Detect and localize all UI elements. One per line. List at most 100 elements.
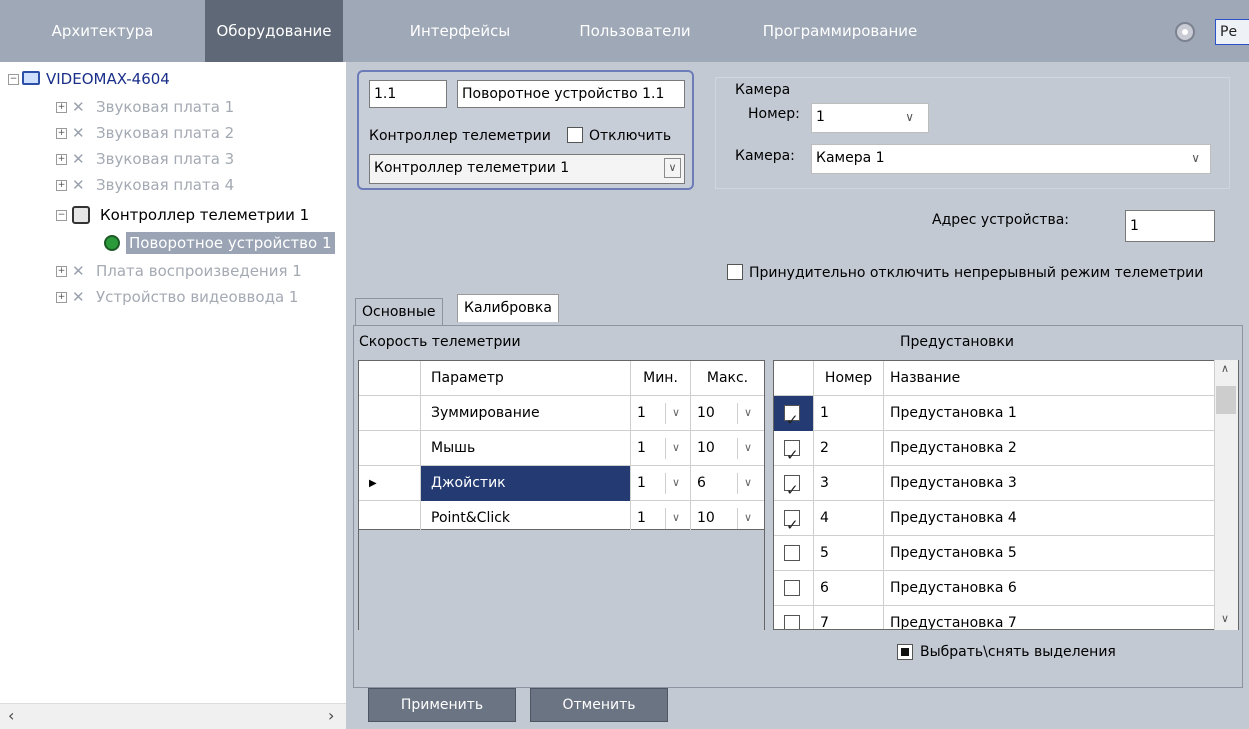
max-value: 10 xyxy=(697,440,715,456)
chevron-down-icon[interactable]: ∨ xyxy=(905,104,914,130)
header-number: Номер xyxy=(814,361,884,396)
min-combo[interactable]: 1 ∨ xyxy=(631,431,691,466)
preset-row[interactable]: 5 Предустановка 5 xyxy=(774,536,1214,571)
preset-name[interactable]: Предустановка 3 xyxy=(884,466,1214,501)
preset-checkbox[interactable] xyxy=(784,438,800,466)
device-name-field[interactable]: Поворотное устройство 1.1 xyxy=(457,80,685,108)
tree-item-telemetry[interactable]: − Контроллер телеметрии 1 xyxy=(56,204,346,226)
preset-checkbox[interactable] xyxy=(784,615,800,629)
controller-select[interactable]: Контроллер телеметрии 1 ∨ xyxy=(369,154,685,184)
preset-checkbox[interactable] xyxy=(784,580,800,596)
preset-name[interactable]: Предустановка 2 xyxy=(884,431,1214,466)
scroll-left-icon[interactable]: ‹ xyxy=(8,706,14,725)
expand-icon[interactable]: + xyxy=(56,154,67,165)
preset-number: 1 xyxy=(814,396,884,431)
tree-item-sound-3[interactable]: + ✕ Звуковая плата 3 xyxy=(56,148,336,170)
tree-item-playback[interactable]: + ✕ Плата воспроизведения 1 xyxy=(56,260,336,282)
expand-icon[interactable]: + xyxy=(56,102,67,113)
tab-calibration[interactable]: Калибровка xyxy=(457,294,559,322)
chevron-down-icon[interactable]: ∨ xyxy=(664,158,681,178)
select-all-checkbox[interactable] xyxy=(897,644,913,660)
chevron-down-icon[interactable]: ∨ xyxy=(665,473,686,494)
chevron-down-icon[interactable]: ∨ xyxy=(737,438,758,459)
expand-icon[interactable]: + xyxy=(56,180,67,191)
expand-icon[interactable]: + xyxy=(56,128,67,139)
globe-icon[interactable] xyxy=(1175,22,1195,42)
tree-item-root[interactable]: − VIDEOMAX-4604 xyxy=(8,68,338,90)
max-combo[interactable]: 10 ∨ xyxy=(691,431,764,466)
camera-number-label: Номер: xyxy=(748,106,800,122)
min-combo[interactable]: 1 ∨ xyxy=(631,466,691,501)
tab-users[interactable]: Пользователи xyxy=(560,0,710,62)
preset-name[interactable]: Предустановка 5 xyxy=(884,536,1214,571)
table-row[interactable]: Мышь 1 ∨ 10 ∨ xyxy=(359,431,764,466)
preset-row[interactable]: 1Предустановка 1 xyxy=(774,396,1214,431)
chevron-down-icon[interactable]: ∨ xyxy=(665,403,686,424)
tab-interfaces[interactable]: Интерфейсы xyxy=(380,0,540,62)
preset-row[interactable]: 7 Предустановка 7 xyxy=(774,606,1214,629)
tab-basic[interactable]: Основные xyxy=(355,298,443,326)
preset-checkbox[interactable] xyxy=(784,403,800,431)
preset-name[interactable]: Предустановка 6 xyxy=(884,571,1214,606)
table-row-selected[interactable]: ▶ Джойстик 1 ∨ 6 ∨ xyxy=(359,466,764,501)
preset-number: 2 xyxy=(814,431,884,466)
scroll-right-icon[interactable]: › xyxy=(328,706,334,725)
scrollbar-thumb[interactable] xyxy=(1216,386,1236,414)
tab-architecture[interactable]: Архитектура xyxy=(0,0,205,62)
min-value: 1 xyxy=(637,440,646,456)
expand-icon[interactable]: + xyxy=(56,266,67,277)
cancel-button[interactable]: Отменить xyxy=(530,688,668,722)
max-combo[interactable]: 10 ∨ xyxy=(691,396,764,431)
tree-label-root: VIDEOMAX-4604 xyxy=(46,70,170,88)
preset-number: 4 xyxy=(814,501,884,536)
tab-equipment[interactable]: Оборудование xyxy=(205,0,343,62)
preset-name[interactable]: Предустановка 7 xyxy=(884,606,1214,629)
tree-item-ptz[interactable]: Поворотное устройство 1 xyxy=(96,232,346,254)
disable-checkbox[interactable] xyxy=(567,127,583,143)
tree-item-sound-4[interactable]: + ✕ Звуковая плата 4 xyxy=(56,174,336,196)
preset-checkbox[interactable] xyxy=(784,473,800,501)
mode-button[interactable]: Ре xyxy=(1215,19,1249,45)
min-value: 1 xyxy=(637,475,646,491)
max-value: 6 xyxy=(697,475,706,491)
tab-programming[interactable]: Программирование xyxy=(740,0,940,62)
table-row[interactable]: Зуммирование 1 ∨ 10 ∨ xyxy=(359,396,764,431)
min-combo[interactable]: 1 ∨ xyxy=(631,396,691,431)
apply-button[interactable]: Применить xyxy=(368,688,516,722)
scroll-up-icon[interactable]: ∧ xyxy=(1221,362,1229,375)
preset-row[interactable]: 4Предустановка 4 xyxy=(774,501,1214,536)
tree-item-sound-2[interactable]: + ✕ Звуковая плата 2 xyxy=(56,122,336,144)
expand-icon[interactable]: + xyxy=(56,292,67,303)
chevron-down-icon[interactable]: ∨ xyxy=(665,508,686,529)
tree-item-sound-1[interactable]: + ✕ Звуковая плата 1 xyxy=(56,96,336,118)
collapse-icon[interactable]: − xyxy=(8,74,19,85)
preset-row[interactable]: 3Предустановка 3 xyxy=(774,466,1214,501)
chevron-down-icon[interactable]: ∨ xyxy=(737,403,758,424)
device-id-field[interactable]: 1.1 xyxy=(369,80,447,108)
force-disable-checkbox[interactable] xyxy=(727,264,743,280)
select-all-label[interactable]: Выбрать\снять выделения xyxy=(920,644,1116,660)
param-cell: Джойстик xyxy=(421,466,631,501)
max-combo[interactable]: 6 ∨ xyxy=(691,466,764,501)
camera-select[interactable]: Камера 1 ∨ xyxy=(811,144,1211,174)
tree-item-video-input[interactable]: + ✕ Устройство видеоввода 1 xyxy=(56,286,336,308)
preset-row[interactable]: 2Предустановка 2 xyxy=(774,431,1214,466)
preset-name[interactable]: Предустановка 1 xyxy=(884,396,1214,431)
min-value: 1 xyxy=(637,405,646,421)
disabled-x-icon: ✕ xyxy=(72,262,85,280)
collapse-icon[interactable]: − xyxy=(56,210,67,221)
chevron-down-icon[interactable]: ∨ xyxy=(737,508,758,529)
preset-checkbox[interactable] xyxy=(784,545,800,561)
preset-name[interactable]: Предустановка 4 xyxy=(884,501,1214,536)
preset-checkbox[interactable] xyxy=(784,508,800,536)
chevron-down-icon[interactable]: ∨ xyxy=(1191,145,1200,171)
camera-number-select[interactable]: 1 ∨ xyxy=(811,103,929,133)
scroll-down-icon[interactable]: ∨ xyxy=(1221,612,1229,625)
device-group: 1.1 Поворотное устройство 1.1 Контроллер… xyxy=(357,70,694,190)
address-input[interactable]: 1 xyxy=(1125,210,1215,242)
chevron-down-icon[interactable]: ∨ xyxy=(665,438,686,459)
tree-horizontal-scrollbar[interactable]: ‹ › xyxy=(0,703,346,729)
preset-row[interactable]: 6 Предустановка 6 xyxy=(774,571,1214,606)
chevron-down-icon[interactable]: ∨ xyxy=(737,473,758,494)
disable-label: Отключить xyxy=(589,128,672,144)
